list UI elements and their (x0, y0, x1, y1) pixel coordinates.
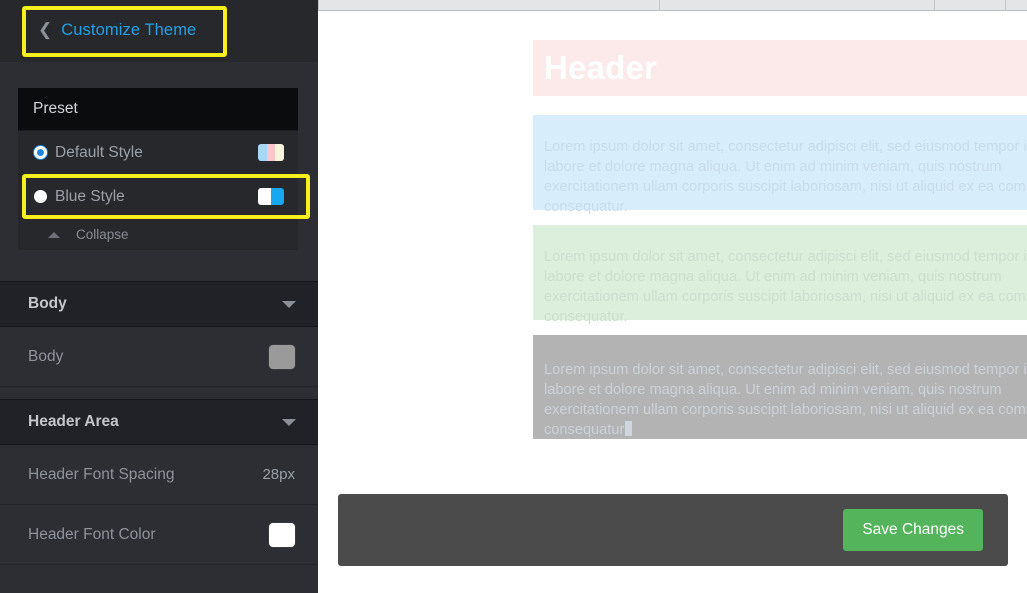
preview-gray-text-block[interactable]: Lorem ipsum dolor sit amet, consectetur … (533, 335, 1027, 439)
radio-blue-style[interactable] (34, 190, 47, 203)
preset-option-default-style[interactable]: Default Style (18, 130, 298, 174)
chevron-left-icon: ❮ (38, 20, 53, 39)
preset-label-default-style: Default Style (55, 143, 143, 161)
option-row-header-font-spacing[interactable]: Header Font Spacing 28px (0, 445, 318, 505)
section-title-header-area: Header Area (28, 413, 119, 430)
option-row-body[interactable]: Body (0, 327, 318, 387)
theme-preview-area: Header ? Lorem ipsum dolor sit amet, con… (318, 11, 1027, 593)
caret-up-icon (48, 231, 60, 238)
caret-down-icon (282, 418, 296, 426)
option-label-header-font-spacing: Header Font Spacing (28, 465, 175, 483)
preview-green-text-block[interactable]: Lorem ipsum dolor sit amet, consectetur … (533, 225, 1027, 325)
section-header-body[interactable]: Body (0, 281, 318, 327)
preview-header-title: Header (544, 49, 658, 86)
color-swatch-body[interactable] (269, 344, 295, 369)
swatch-blue-style (258, 188, 284, 205)
section-body: Body Body (0, 281, 318, 387)
option-row-header-font-color[interactable]: Header Font Color (0, 505, 318, 565)
option-row-partial[interactable] (0, 565, 318, 593)
section-title-body: Body (28, 295, 67, 312)
preset-label-blue-style: Blue Style (55, 187, 125, 205)
preview-blue-text: Lorem ipsum dolor sit amet, consectetur … (544, 139, 1027, 215)
option-label-body: Body (28, 347, 64, 365)
sidebar-topbar: ❮ Customize Theme (0, 0, 318, 62)
section-header-header-area[interactable]: Header Area (0, 399, 318, 445)
swatch-default-style (258, 144, 284, 161)
preview-green-text: Lorem ipsum dolor sit amet, consectetur … (544, 249, 1027, 325)
section-header-area: Header Area Header Font Spacing 28px Hea… (0, 399, 318, 593)
option-value-header-font-spacing: 28px (262, 466, 295, 483)
browser-toolbar-strip (318, 0, 1027, 11)
text-cursor (625, 421, 633, 436)
preview-header-block: Header ? (533, 40, 1027, 96)
preview-blue-text-block[interactable]: Lorem ipsum dolor sit amet, consectetur … (533, 115, 1027, 215)
preset-collapse-button[interactable]: Collapse (18, 218, 298, 250)
color-swatch-header-font-color[interactable] (269, 522, 295, 547)
back-to-customize-theme-button[interactable]: ❮ Customize Theme (24, 8, 225, 53)
option-label-header-font-color: Header Font Color (28, 525, 156, 543)
save-changes-button[interactable]: Save Changes (843, 509, 983, 551)
app-root: ❮ Customize Theme Preset Default Style B… (0, 0, 1027, 593)
theme-customizer-sidebar: ❮ Customize Theme Preset Default Style B… (0, 0, 318, 593)
preview-gray-text-wrap: Lorem ipsum dolor sit amet, consectetur … (533, 335, 1027, 440)
preset-option-blue-style[interactable]: Blue Style (18, 174, 298, 218)
preset-panel: Preset Default Style Blue Style Collapse (18, 88, 298, 250)
preset-panel-header: Preset (18, 88, 298, 130)
caret-down-icon (282, 300, 296, 308)
preview-gray-text: Lorem ipsum dolor sit amet, consectetur … (544, 362, 1027, 438)
sidebar-title: Customize Theme (61, 21, 197, 39)
preview-footer-bar: Save Changes (338, 494, 1008, 566)
radio-default-style[interactable] (34, 146, 47, 159)
preset-collapse-label: Collapse (76, 227, 129, 242)
